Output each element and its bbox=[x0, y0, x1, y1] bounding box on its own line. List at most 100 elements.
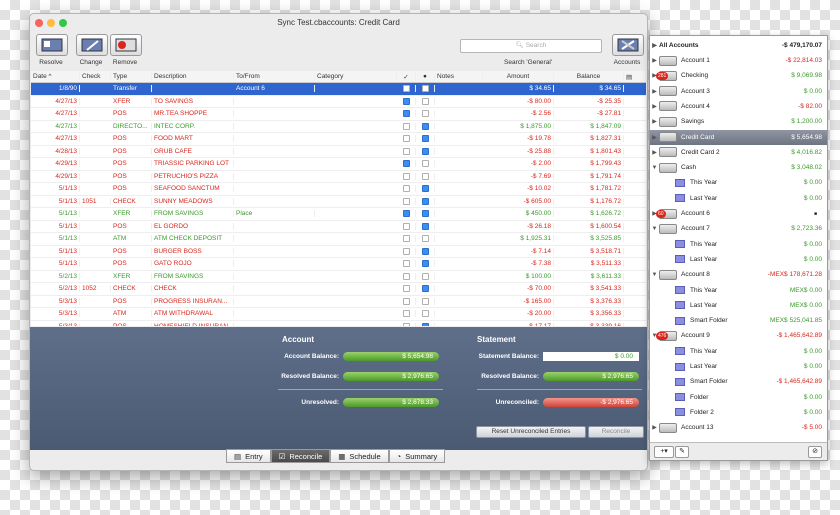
table-row[interactable]: 5/1/13 1051 CHECK SUNNY MEADOWS -$ 605.00 $ 1… bbox=[31, 196, 646, 208]
checkbox[interactable] bbox=[402, 272, 410, 280]
checkbox[interactable] bbox=[402, 185, 410, 193]
sidebar-item[interactable]: ▶ Account 1 -$ 22,814.03 bbox=[650, 53, 827, 68]
table-row[interactable]: 5/1/13 POS SEAFOOD SANCTUM -$ 10.02 $ 1,781.… bbox=[31, 183, 646, 196]
checkbox[interactable] bbox=[402, 222, 410, 230]
flag-checkbox[interactable] bbox=[416, 110, 435, 118]
checkbox[interactable] bbox=[402, 147, 410, 155]
col-type[interactable]: Type bbox=[111, 73, 152, 80]
statement-balance-field[interactable]: $ 0.00 bbox=[543, 352, 639, 361]
flag-checkbox[interactable] bbox=[416, 285, 435, 293]
sidebar-item[interactable]: Last Year MEX$ 0.00 bbox=[650, 298, 827, 313]
flag-checkbox[interactable] bbox=[416, 85, 435, 93]
flag-checkbox[interactable] bbox=[416, 272, 435, 280]
cleared-checkbox[interactable] bbox=[397, 185, 416, 193]
col-notes[interactable]: Notes bbox=[435, 73, 483, 80]
zoom-button[interactable] bbox=[59, 19, 67, 27]
table-row[interactable]: 4/29/13 POS TRIASSIC PARKING LOT -$ 2.00 $ 1… bbox=[31, 158, 646, 171]
sidebar-item[interactable]: ▶ 60 Account 6 ■ bbox=[650, 206, 827, 221]
cleared-checkbox[interactable] bbox=[397, 160, 416, 168]
col-to-from[interactable]: To/From bbox=[234, 73, 315, 80]
sidebar-item[interactable]: Folder $ 0.00 bbox=[650, 390, 827, 405]
sidebar-item[interactable]: ▼ Account 7 $ 2,723.36 bbox=[650, 221, 827, 236]
sidebar-item[interactable]: This Year MEX$ 0.00 bbox=[650, 283, 827, 298]
cleared-checkbox[interactable] bbox=[397, 147, 416, 155]
disclosure-triangle-icon[interactable]: ▼ bbox=[650, 226, 659, 232]
checkbox[interactable] bbox=[421, 235, 429, 243]
flag-checkbox[interactable] bbox=[416, 310, 435, 318]
table-row[interactable]: 5/1/13 ATM ATM CHECK DEPOSIT $ 1,925.31 $ 3,… bbox=[31, 233, 646, 246]
checkbox[interactable] bbox=[421, 260, 429, 268]
checkbox[interactable] bbox=[421, 160, 429, 168]
disclosure-triangle-icon[interactable]: ▼ bbox=[650, 272, 659, 278]
tab-summary[interactable]: ◔ Summary bbox=[388, 449, 446, 463]
checkbox[interactable] bbox=[402, 297, 410, 305]
checkbox[interactable] bbox=[421, 147, 429, 155]
col-date[interactable]: Date ^ bbox=[31, 73, 80, 80]
sidebar-item[interactable]: ▶ Credit Card 2 $ 4,016.82 bbox=[650, 145, 827, 160]
cleared-checkbox[interactable] bbox=[397, 197, 416, 205]
col-check[interactable]: Check bbox=[80, 73, 111, 80]
cleared-checkbox[interactable] bbox=[397, 310, 416, 318]
table-row[interactable]: 5/1/13 POS BURGER BOSS -$ 7.14 $ 3,518.71 bbox=[31, 246, 646, 258]
flag-checkbox[interactable] bbox=[416, 185, 435, 193]
sidebar-item[interactable]: This Year $ 0.00 bbox=[650, 175, 827, 190]
checkbox[interactable] bbox=[421, 210, 429, 218]
search-input[interactable]: 🔍︎ Search bbox=[460, 39, 602, 53]
checkbox[interactable] bbox=[402, 97, 410, 105]
sidebar-item[interactable]: ▶ Account 13 -$ 5.00 bbox=[650, 420, 827, 435]
table-row[interactable]: 4/27/13 XFER TO SAVINGS -$ 80.00 -$ 25.35 bbox=[31, 96, 646, 108]
sidebar-item[interactable]: This Year $ 0.00 bbox=[650, 344, 827, 359]
table-row[interactable]: 1/8/90 Transfer Account 6 $ 34.65 $ 34.65 bbox=[31, 83, 646, 96]
checkbox[interactable] bbox=[421, 122, 429, 130]
flag-checkbox[interactable] bbox=[416, 172, 435, 180]
cleared-checkbox[interactable] bbox=[397, 135, 416, 143]
table-row[interactable]: 5/1/13 POS EL GORDO -$ 26.18 $ 1,600.54 bbox=[31, 221, 646, 233]
sidebar-item[interactable]: Last Year $ 0.00 bbox=[650, 359, 827, 374]
checkbox[interactable] bbox=[421, 247, 429, 255]
cleared-checkbox[interactable] bbox=[397, 297, 416, 305]
sidebar-item[interactable]: ▼ Account 8 -MEX$ 178,671.28 bbox=[650, 267, 827, 282]
sidebar-item[interactable]: ▶ Savings $ 1,200.00 bbox=[650, 114, 827, 129]
table-row[interactable]: 4/27/13 POS FOOD MART -$ 19.78 $ 1,827.31 bbox=[31, 133, 646, 146]
checkbox[interactable] bbox=[402, 210, 410, 218]
checkbox[interactable] bbox=[402, 310, 410, 318]
sidebar-item[interactable]: ▶ Account 4 -$ 82.00 bbox=[650, 99, 827, 114]
table-row[interactable]: 5/3/13 ATM ATM WITHDRAWAL -$ 20.00 $ 3,356.3… bbox=[31, 308, 646, 321]
checkbox[interactable] bbox=[402, 247, 410, 255]
checkbox[interactable] bbox=[421, 135, 429, 143]
cleared-checkbox[interactable] bbox=[397, 110, 416, 118]
table-row[interactable]: 5/2/13 XFER FROM SAVINGS $ 100.00 $ 3,611.33 bbox=[31, 271, 646, 283]
checkbox[interactable] bbox=[402, 197, 410, 205]
flag-checkbox[interactable] bbox=[416, 260, 435, 268]
flag-checkbox[interactable] bbox=[416, 147, 435, 155]
table-row[interactable]: 4/27/13 POS MR.TEA SHOPPE -$ 2.56 -$ 27.81 bbox=[31, 108, 646, 121]
table-row[interactable]: 5/3/13 POS HOMESHIELD INSURAN -$ 17.17 $ 3,3… bbox=[31, 321, 646, 326]
checkbox[interactable] bbox=[421, 322, 429, 326]
sidebar-item[interactable]: ▼ Cash $ 3,048.02 bbox=[650, 160, 827, 175]
flag-checkbox[interactable] bbox=[416, 97, 435, 105]
accounts-button[interactable] bbox=[612, 34, 644, 56]
remove-button[interactable] bbox=[110, 34, 142, 56]
disclosure-triangle-icon[interactable]: ▶ bbox=[650, 57, 659, 64]
col-category[interactable]: Category bbox=[315, 73, 397, 80]
table-row[interactable]: 5/1/13 XFER FROM SAVINGS Place $ 450.00 $ 1,6… bbox=[31, 208, 646, 221]
cleared-checkbox[interactable] bbox=[397, 222, 416, 230]
sidebar-item[interactable]: Last Year $ 0.00 bbox=[650, 191, 827, 206]
checkbox[interactable] bbox=[421, 97, 429, 105]
col-amount[interactable]: Amount bbox=[483, 73, 554, 80]
cleared-checkbox[interactable] bbox=[397, 322, 416, 326]
flag-checkbox[interactable] bbox=[416, 197, 435, 205]
tab-entry[interactable]: ▤ Entry bbox=[226, 449, 271, 463]
checkbox[interactable] bbox=[402, 122, 410, 130]
change-button[interactable] bbox=[76, 34, 108, 56]
checkbox[interactable] bbox=[421, 222, 429, 230]
disclosure-triangle-icon[interactable]: ▶ bbox=[650, 103, 659, 110]
disclosure-triangle-icon[interactable]: ▶ bbox=[650, 134, 659, 141]
sidebar-item[interactable]: ▶ Account 3 $ 0.00 bbox=[650, 84, 827, 99]
checkbox[interactable] bbox=[421, 172, 429, 180]
checkbox[interactable] bbox=[421, 197, 429, 205]
disclosure-triangle-icon[interactable]: ▶ bbox=[650, 149, 659, 156]
sidebar-item[interactable]: ▶ Credit Card $ 5,654.98 bbox=[650, 129, 827, 145]
col-balance[interactable]: Balance bbox=[554, 73, 624, 80]
close-button[interactable] bbox=[35, 19, 43, 27]
